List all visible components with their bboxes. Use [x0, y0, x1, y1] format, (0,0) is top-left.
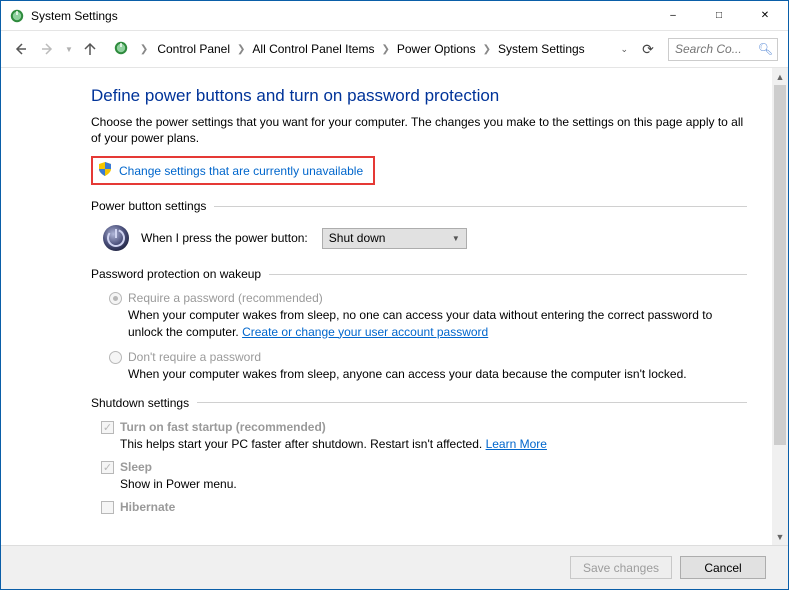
radio-desc: When your computer wakes from sleep, any…: [128, 366, 747, 382]
power-button-row: When I press the power button: Shut down…: [101, 223, 747, 253]
section-title: Power button settings: [91, 199, 206, 213]
section-title: Shutdown settings: [91, 396, 189, 410]
back-button[interactable]: [7, 36, 33, 62]
check-desc: Show in Power menu.: [120, 476, 747, 492]
search-icon[interactable]: 🔍︎: [758, 42, 773, 56]
breadcrumb-item[interactable]: Control Panel: [155, 41, 232, 57]
page-intro: Choose the power settings that you want …: [91, 114, 747, 146]
checkbox-icon: ✓: [101, 421, 114, 434]
power-button-label: When I press the power button:: [141, 231, 308, 245]
check-label: Sleep: [120, 460, 152, 474]
combo-value: Shut down: [329, 231, 386, 245]
forward-button: [35, 36, 61, 62]
section-title: Password protection on wakeup: [91, 267, 261, 281]
footer: Save changes Cancel: [1, 545, 788, 589]
divider: [214, 206, 747, 207]
check-hibernate: Hibernate: [101, 500, 747, 514]
section-power-button: Power button settings: [91, 199, 747, 253]
breadcrumb-item[interactable]: All Control Panel Items: [250, 41, 376, 57]
desc-text: This helps start your PC faster after sh…: [120, 437, 486, 451]
minimize-button[interactable]: ‒: [650, 1, 696, 30]
close-button[interactable]: ✕: [742, 1, 788, 30]
address-icon: [113, 40, 129, 59]
app-icon: [9, 8, 25, 24]
save-button: Save changes: [570, 556, 672, 579]
window: System Settings ‒ □ ✕ ▼ ❯ Control Panel: [0, 0, 789, 590]
checkbox-icon: ✓: [101, 461, 114, 474]
recent-dropdown-icon[interactable]: ▼: [65, 45, 73, 54]
scroll-thumb[interactable]: [774, 85, 786, 445]
divider: [269, 274, 747, 275]
learn-more-link[interactable]: Learn More: [486, 437, 547, 451]
chevron-right-icon[interactable]: ❯: [381, 44, 389, 55]
check-sleep: ✓ Sleep: [101, 460, 747, 474]
check-desc: This helps start your PC faster after sh…: [120, 436, 747, 452]
radio-icon: [109, 351, 122, 364]
divider: [197, 402, 747, 403]
window-controls: ‒ □ ✕: [650, 1, 788, 30]
shield-icon: [97, 161, 113, 180]
power-icon: [101, 223, 131, 253]
check-fast-startup: ✓ Turn on fast startup (recommended): [101, 420, 747, 434]
window-title: System Settings: [31, 9, 650, 23]
address-dropdown-icon[interactable]: ⌄: [620, 44, 628, 55]
chevron-right-icon[interactable]: ❯: [140, 44, 148, 55]
section-password: Password protection on wakeup Require a …: [91, 267, 747, 382]
page-heading: Define power buttons and turn on passwor…: [91, 86, 747, 106]
checkbox-icon: [101, 501, 114, 514]
refresh-button[interactable]: ⟳: [636, 38, 660, 60]
radio-no-password: Don't require a password: [109, 350, 747, 364]
chevron-right-icon[interactable]: ❯: [237, 44, 245, 55]
maximize-button[interactable]: □: [696, 1, 742, 30]
check-label: Hibernate: [120, 500, 175, 514]
radio-label: Don't require a password: [128, 350, 261, 364]
radio-label: Require a password (recommended): [128, 291, 323, 305]
change-settings-highlight: Change settings that are currently unava…: [91, 156, 375, 185]
up-button[interactable]: [77, 36, 103, 62]
cancel-button[interactable]: Cancel: [680, 556, 766, 579]
radio-icon: [109, 292, 122, 305]
navbar: ▼ ❯ Control Panel ❯ All Control Panel It…: [1, 31, 788, 67]
chevron-down-icon: ▼: [452, 234, 460, 243]
content-area: Define power buttons and turn on passwor…: [1, 67, 788, 545]
scroll-up-icon[interactable]: ▲: [772, 68, 788, 85]
section-header: Shutdown settings: [91, 396, 747, 410]
breadcrumb[interactable]: Control Panel ❯ All Control Panel Items …: [155, 38, 618, 61]
radio-require-password: Require a password (recommended): [109, 291, 747, 305]
chevron-right-icon[interactable]: ❯: [483, 44, 491, 55]
create-password-link[interactable]: Create or change your user account passw…: [242, 325, 488, 339]
titlebar: System Settings ‒ □ ✕: [1, 1, 788, 31]
power-button-combo[interactable]: Shut down ▼: [322, 228, 467, 249]
scrollbar[interactable]: ▲ ▼: [771, 68, 788, 545]
section-header: Power button settings: [91, 199, 747, 213]
search-box[interactable]: 🔍︎: [668, 38, 778, 61]
breadcrumb-item[interactable]: System Settings: [496, 41, 587, 57]
content: Define power buttons and turn on passwor…: [1, 68, 771, 545]
section-shutdown: Shutdown settings ✓ Turn on fast startup…: [91, 396, 747, 514]
section-header: Password protection on wakeup: [91, 267, 747, 281]
radio-desc: When your computer wakes from sleep, no …: [128, 307, 747, 339]
scroll-down-icon[interactable]: ▼: [772, 528, 788, 545]
check-label: Turn on fast startup (recommended): [120, 420, 326, 434]
breadcrumb-item[interactable]: Power Options: [395, 41, 478, 57]
search-input[interactable]: [673, 41, 754, 57]
change-settings-link[interactable]: Change settings that are currently unava…: [119, 164, 363, 178]
